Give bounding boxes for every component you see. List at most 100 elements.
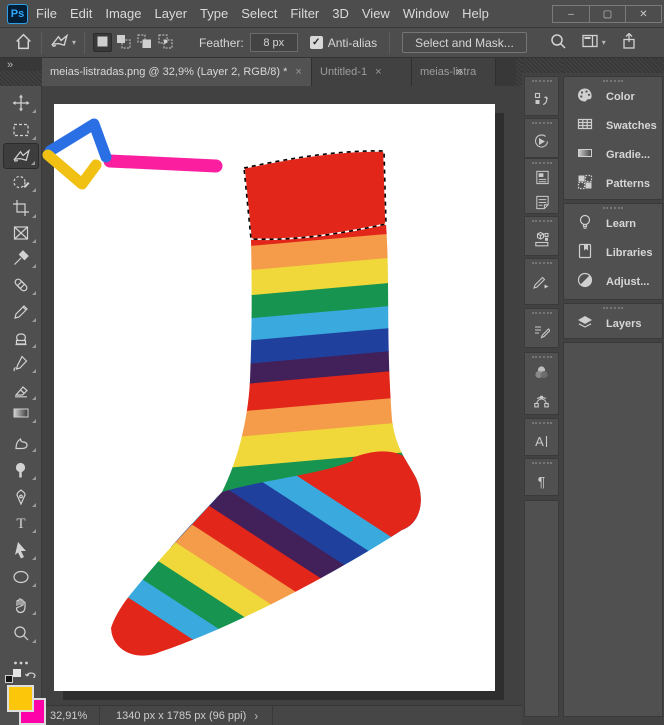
share-button[interactable] (620, 32, 638, 53)
add-to-selection-button[interactable] (114, 33, 133, 52)
character-panel-button[interactable]: A (524, 418, 559, 456)
panel-group-learn: Learn Libraries Adjust... (563, 203, 663, 300)
tools-panel: T (0, 86, 46, 725)
default-colors-button[interactable] (5, 669, 21, 683)
intersect-selection-button[interactable] (156, 33, 175, 52)
select-and-mask-button[interactable]: Select and Mask... (402, 32, 527, 53)
well-header (522, 58, 562, 73)
subtract-from-selection-icon (137, 34, 152, 52)
paragraph-panel-button[interactable]: ¶ (524, 458, 559, 496)
status-chevron-icon[interactable]: › (254, 709, 258, 723)
dodge-tool[interactable] (3, 457, 39, 483)
glyphs-panel-button[interactable] (524, 216, 559, 256)
pencil-tool[interactable] (3, 299, 39, 325)
sock-image (111, 150, 421, 656)
document-canvas[interactable] (54, 104, 495, 691)
menu-filter[interactable]: Filter (290, 6, 319, 21)
actions-panel-button[interactable] (524, 118, 559, 158)
svg-text:¶: ¶ (538, 473, 546, 489)
smudge-tool[interactable] (3, 429, 39, 455)
panel-button-gradients[interactable]: Gradie... (564, 140, 662, 169)
tab-untitled-1[interactable]: Untitled-1 × (312, 58, 412, 86)
panel-group-color: Color Swatches Gradie... Patterns (563, 76, 663, 200)
menu-layer[interactable]: Layer (155, 6, 188, 21)
panel-button-adjustments[interactable]: Adjust... (564, 267, 662, 296)
svg-text:T: T (16, 516, 25, 532)
feather-input[interactable] (249, 33, 298, 52)
status-bar: 32,91% 1340 px x 1785 px (96 ppi) › (42, 705, 522, 725)
add-to-selection-icon (116, 34, 131, 52)
collapsed-panel-well: A ¶ (522, 58, 562, 725)
panel-label: Layers (606, 317, 642, 330)
history-panel-button[interactable] (524, 76, 559, 116)
photoshop-logo-icon: Ps (7, 4, 28, 24)
path-selection-tool[interactable] (3, 537, 39, 563)
new-selection-button[interactable] (93, 33, 113, 52)
foreground-color-swatch[interactable] (7, 685, 34, 712)
close-tab-icon[interactable]: × (295, 66, 301, 78)
healing-brush-tool[interactable] (3, 272, 39, 298)
antialias-checkbox[interactable]: ✓ (309, 36, 323, 49)
move-tool[interactable] (3, 90, 39, 116)
panel-label: Patterns (606, 177, 651, 190)
home-icon (14, 32, 33, 54)
paths-icon[interactable] (525, 386, 558, 414)
swap-colors-button[interactable] (24, 667, 38, 686)
zoom-level-field[interactable]: 32,91% (42, 706, 100, 725)
history-brush-tool[interactable] (3, 350, 39, 376)
minimize-button[interactable]: – (553, 6, 589, 22)
close-button[interactable]: ✕ (625, 6, 661, 22)
expand-tools-icon[interactable]: » (7, 59, 13, 71)
subtract-from-selection-button[interactable] (135, 33, 154, 52)
properties-icon[interactable] (525, 164, 558, 189)
panel-button-color[interactable]: Color (564, 82, 662, 111)
color-icon (576, 86, 594, 107)
menu-edit[interactable]: Edit (70, 6, 92, 21)
brushes-icon (525, 314, 558, 348)
menu-view[interactable]: View (362, 6, 390, 21)
close-tab-icon[interactable]: × (375, 66, 381, 78)
pen-tool[interactable] (3, 484, 39, 510)
menu-window[interactable]: Window (403, 6, 449, 21)
tab-meias-listradas[interactable]: meias-listradas.png @ 32,9% (Layer 2, RG… (42, 58, 312, 86)
tool-options-bar: ▾ Feather: ✓ Anti-alias Select and Mask.… (0, 28, 664, 58)
object-selection-tool[interactable] (3, 169, 39, 195)
polygonal-lasso-tool[interactable] (3, 143, 39, 169)
menu-3d[interactable]: 3D (332, 6, 349, 21)
panel-button-patterns[interactable]: Patterns (564, 169, 662, 198)
crop-tool[interactable] (3, 195, 39, 221)
eyedropper-tool[interactable] (3, 245, 39, 271)
clone-stamp-tool[interactable] (3, 325, 39, 351)
menu-file[interactable]: File (36, 6, 57, 21)
hand-tool[interactable] (3, 592, 39, 618)
brush-settings-panel-button[interactable] (524, 258, 559, 305)
panel-button-learn[interactable]: Learn (564, 209, 662, 238)
maximize-button[interactable]: ▢ (589, 6, 625, 22)
frame-tool[interactable] (3, 220, 39, 246)
menu-help[interactable]: Help (462, 6, 489, 21)
menu-image[interactable]: Image (105, 6, 141, 21)
workspace-button[interactable]: ▾ (581, 32, 606, 53)
gradient-tool[interactable] (3, 400, 39, 426)
panel-button-libraries[interactable]: Libraries (564, 238, 662, 267)
search-button[interactable] (549, 32, 567, 53)
actions-icon (525, 124, 558, 158)
type-tool[interactable]: T (3, 510, 39, 536)
marquee-tool[interactable] (3, 117, 39, 143)
brushes-panel-button[interactable] (524, 308, 559, 348)
ellipse-tool[interactable] (3, 564, 39, 590)
canvas-pasteboard[interactable] (42, 86, 522, 705)
panel-button-layers[interactable]: Layers (564, 309, 662, 338)
channels-icon[interactable] (525, 358, 558, 386)
zoom-tool[interactable] (3, 620, 39, 646)
menu-type[interactable]: Type (200, 6, 228, 21)
home-button[interactable] (14, 32, 33, 54)
new-selection-icon (96, 35, 109, 51)
menu-select[interactable]: Select (241, 6, 277, 21)
panel-button-swatches[interactable]: Swatches (564, 111, 662, 140)
active-tool-preset[interactable]: ▾ (50, 32, 76, 54)
notes-icon[interactable] (525, 189, 558, 214)
tab-overflow-icon[interactable]: » (456, 64, 463, 78)
menu-items: File Edit Image Layer Type Select Filter… (36, 6, 489, 21)
tab-meias-listra[interactable]: meias-listra (412, 58, 496, 86)
